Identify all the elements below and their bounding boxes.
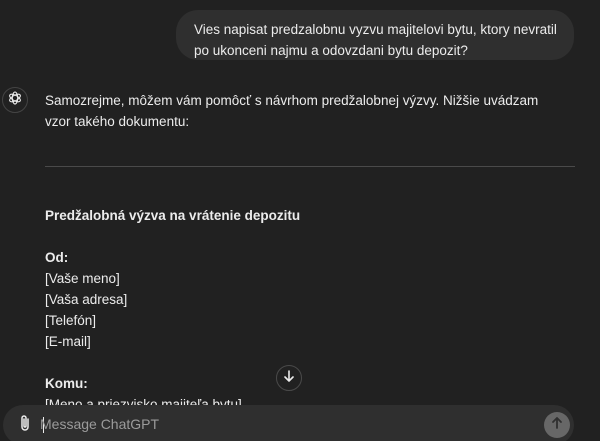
from-label: Od: — [45, 250, 69, 265]
to-label: Komu: — [45, 376, 88, 391]
from-line-name: [Vaše meno] — [45, 271, 120, 286]
letter-title: Predžalobná výzva na vrátenie depozitu — [45, 208, 301, 223]
openai-logo-icon — [7, 90, 23, 111]
arrow-down-icon — [282, 369, 296, 388]
assistant-message: Samozrejme, môžem vám pomôcť s návrhom p… — [45, 90, 575, 132]
letter-template: Predžalobná výzva na vrátenie depozitu O… — [45, 205, 575, 415]
attach-button[interactable] — [15, 414, 35, 436]
scroll-to-bottom-button[interactable] — [276, 365, 302, 391]
assistant-intro-text: Samozrejme, môžem vám pomôcť s návrhom p… — [45, 93, 539, 129]
message-divider — [45, 166, 575, 167]
message-composer — [3, 405, 574, 441]
from-line-address: [Vaša adresa] — [45, 292, 128, 307]
assistant-avatar — [2, 87, 28, 113]
chat-page: Vies napisat predzalobnu vyzvu majitelov… — [0, 0, 600, 441]
user-message-text: Vies napisat predzalobnu vyzvu majitelov… — [194, 22, 557, 58]
message-input[interactable] — [40, 411, 520, 437]
send-button[interactable] — [544, 412, 570, 438]
from-line-email: [E-mail] — [45, 334, 91, 349]
arrow-up-icon — [550, 416, 564, 435]
from-line-phone: [Telefón] — [45, 313, 97, 328]
paperclip-icon — [18, 413, 32, 438]
user-message-bubble: Vies napisat predzalobnu vyzvu majitelov… — [176, 10, 574, 60]
